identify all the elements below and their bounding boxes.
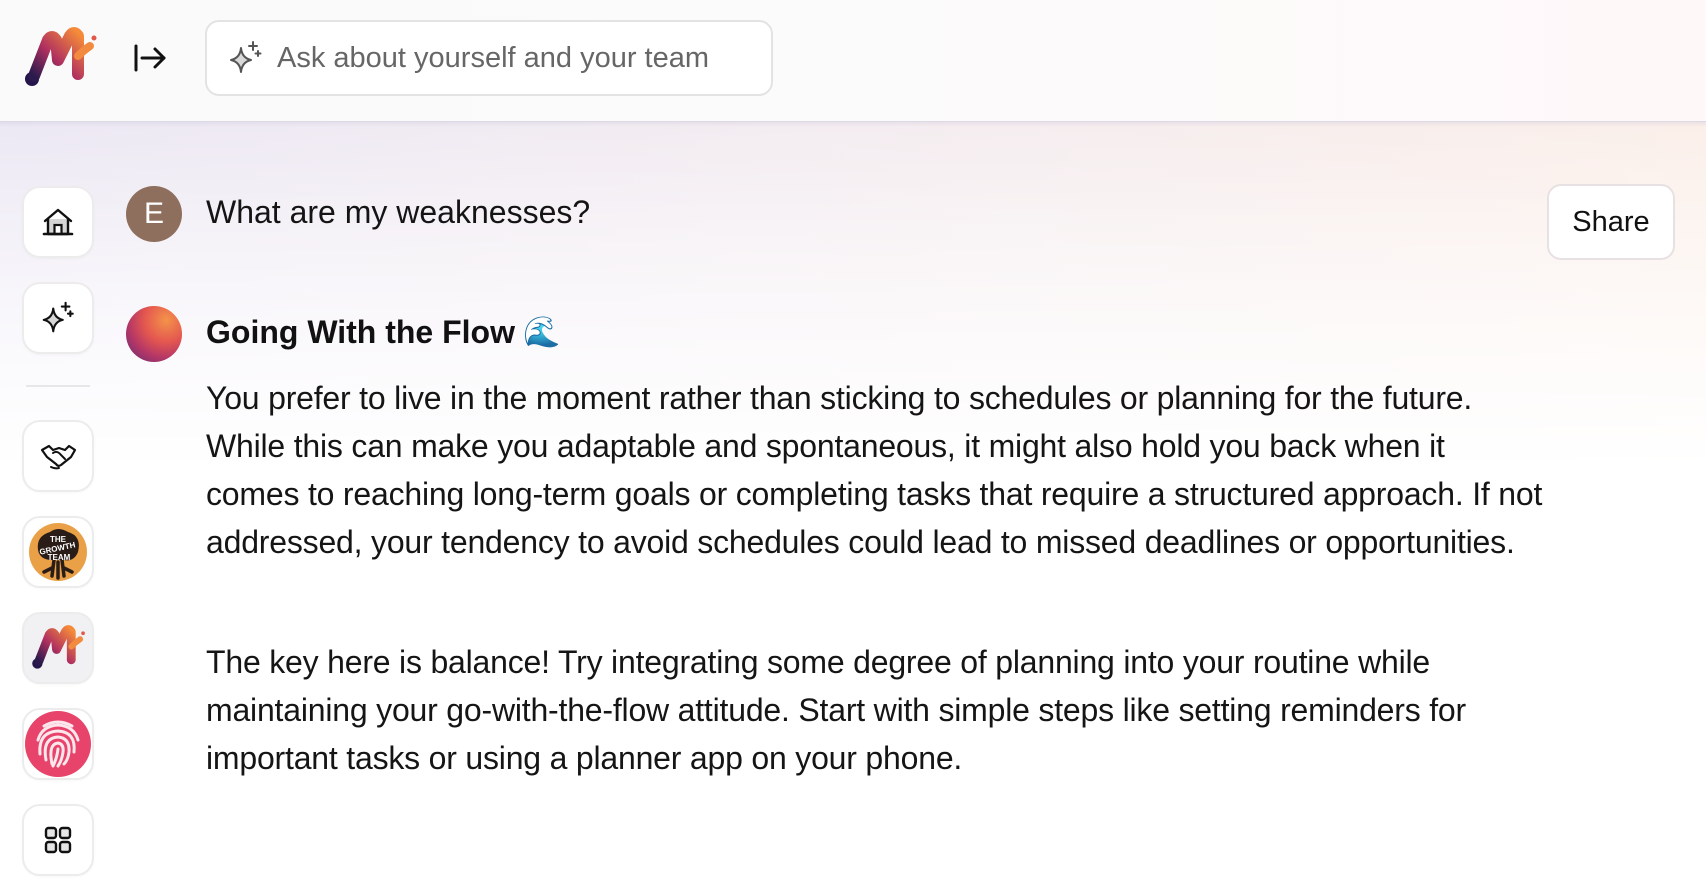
share-button[interactable]: Share bbox=[1547, 184, 1675, 260]
sparkle-icon bbox=[230, 41, 262, 73]
fingerprint-icon bbox=[25, 711, 91, 777]
sidebar-item-m-app[interactable] bbox=[22, 612, 94, 684]
answer-paragraph: The key here is balance! Try integrating… bbox=[206, 644, 1466, 776]
sidebar-item-growth-team[interactable]: THE GROWTH TEAM bbox=[22, 516, 94, 588]
sidebar-item-ask-ai[interactable] bbox=[22, 282, 94, 354]
sidebar-item-fingerprint[interactable] bbox=[22, 708, 94, 780]
search-bar[interactable] bbox=[205, 20, 773, 96]
answer-title: Going With the Flow 🌊 bbox=[206, 314, 560, 351]
sidebar-divider bbox=[26, 385, 90, 387]
sidebar-item-connections[interactable] bbox=[22, 420, 94, 492]
top-bar bbox=[0, 0, 1706, 127]
sidebar-item-home[interactable] bbox=[22, 186, 94, 258]
svg-text:TEAM: TEAM bbox=[48, 553, 71, 562]
ai-avatar bbox=[126, 306, 182, 362]
sparkle-icon bbox=[42, 301, 74, 333]
handshake-icon bbox=[40, 444, 77, 470]
m-logo-icon bbox=[32, 625, 85, 669]
home-icon bbox=[42, 208, 74, 236]
answer-paragraph: You prefer to live in the moment rather … bbox=[206, 380, 1543, 560]
wave-emoji-icon: 🌊 bbox=[522, 315, 561, 350]
answer-body: You prefer to live in the moment rather … bbox=[206, 374, 1546, 782]
sidebar-item-apps[interactable] bbox=[22, 804, 94, 876]
grid-icon bbox=[44, 826, 72, 854]
growth-team-logo: THE GROWTH TEAM bbox=[29, 523, 87, 581]
search-input[interactable] bbox=[277, 41, 757, 75]
user-question: What are my weaknesses? bbox=[206, 194, 591, 230]
app-logo[interactable] bbox=[22, 26, 98, 90]
answer-title-text: Going With the Flow bbox=[206, 314, 515, 350]
expand-sidebar-icon[interactable] bbox=[130, 38, 170, 78]
user-avatar: E bbox=[126, 186, 182, 242]
